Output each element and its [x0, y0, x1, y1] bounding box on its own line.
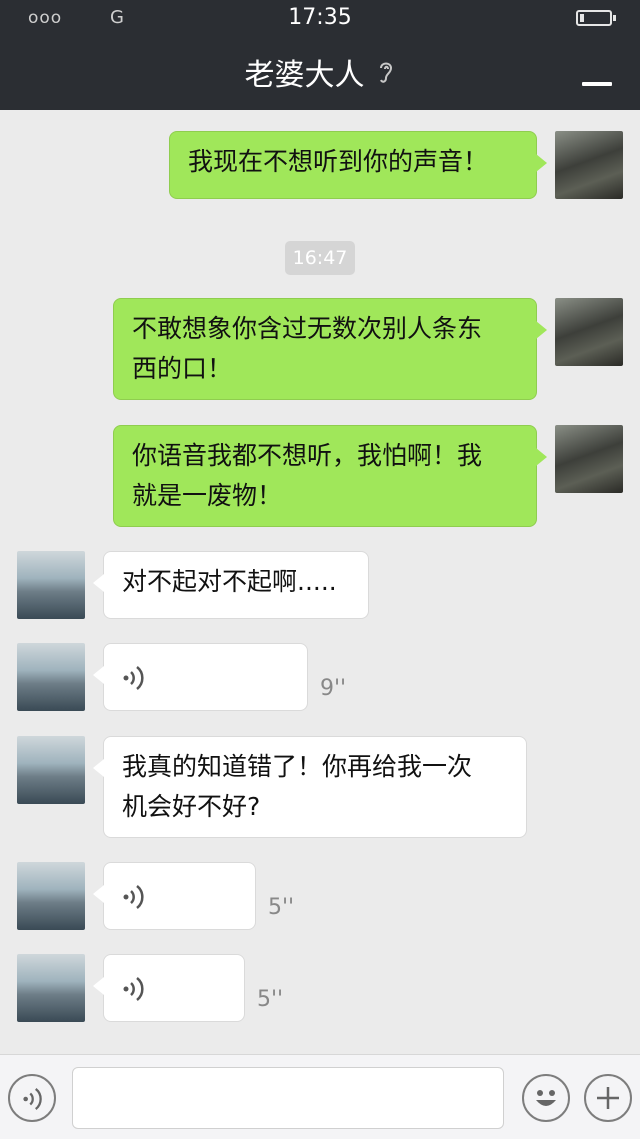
battery-icon	[576, 10, 616, 26]
chat-title-area: 老婆大人	[0, 50, 640, 94]
my-message-bubble[interactable]: 不敢想象你含过无数次别人条东 西的口！	[113, 298, 547, 400]
voice-wave-icon	[123, 666, 144, 690]
my-message-bubble[interactable]: 我现在不想听到你的声音！	[169, 131, 547, 199]
voice-duration: 9''	[320, 676, 347, 701]
contact-message-bubble[interactable]: 对不起对不起啊.....	[93, 551, 369, 619]
message-text-line: 我真的知道错了！你再给我一次	[122, 752, 473, 781]
message-text-line: 西的口！	[132, 354, 233, 383]
message-text-line: 你语音我都不想听，我怕啊！我	[132, 441, 483, 470]
plus-icon	[597, 1087, 619, 1109]
voice-wave-icon	[23, 1088, 42, 1110]
voice-message-bubble[interactable]	[93, 862, 256, 930]
my-message-bubble[interactable]: 你语音我都不想听，我怕啊！我 就是一废物！	[113, 425, 547, 527]
voice-duration: 5''	[268, 895, 295, 920]
contact-avatar[interactable]	[17, 954, 85, 1022]
my-avatar[interactable]	[555, 298, 623, 366]
time-separator: 16:47	[285, 241, 355, 275]
my-avatar[interactable]	[555, 131, 623, 199]
contact-avatar[interactable]	[17, 862, 85, 930]
top-bar: ooo G 17:35 老婆大人	[0, 0, 640, 110]
message-text-line: 机会好不好?	[122, 792, 261, 821]
message-text: 对不起对不起啊.....	[122, 567, 337, 596]
voice-duration: 5''	[257, 987, 284, 1012]
ear-icon	[379, 62, 392, 83]
contact-message-bubble[interactable]: 我真的知道错了！你再给我一次 机会好不好?	[93, 736, 527, 838]
voice-message-bubble[interactable]	[93, 643, 308, 711]
contact-avatar[interactable]	[17, 551, 85, 619]
status-time: 17:35	[288, 5, 352, 30]
message-input[interactable]	[72, 1067, 504, 1129]
message-text-line: 不敢想象你含过无数次别人条东	[132, 314, 483, 343]
emoji-icon	[536, 1090, 556, 1106]
menu-icon[interactable]	[582, 82, 612, 86]
contact-avatar[interactable]	[17, 736, 85, 804]
chat-title: 老婆大人	[244, 58, 365, 93]
message-text-line: 就是一废物！	[132, 481, 283, 510]
my-avatar[interactable]	[555, 425, 623, 493]
voice-wave-icon	[123, 885, 144, 909]
status-bar: ooo G 17:35	[0, 0, 640, 36]
voice-message-bubble[interactable]	[93, 954, 245, 1022]
voice-input-button[interactable]	[8, 1074, 56, 1122]
input-bar	[0, 1054, 640, 1139]
message-text: 我现在不想听到你的声音！	[188, 147, 489, 176]
voice-wave-icon	[123, 977, 144, 1001]
contact-avatar[interactable]	[17, 643, 85, 711]
emoji-button[interactable]	[522, 1074, 570, 1122]
chat-screen: ooo G 17:35 老婆大人 我现在不想听到你的声音！ 16:47 不敢想象…	[0, 0, 640, 1139]
plus-button[interactable]	[584, 1074, 632, 1122]
